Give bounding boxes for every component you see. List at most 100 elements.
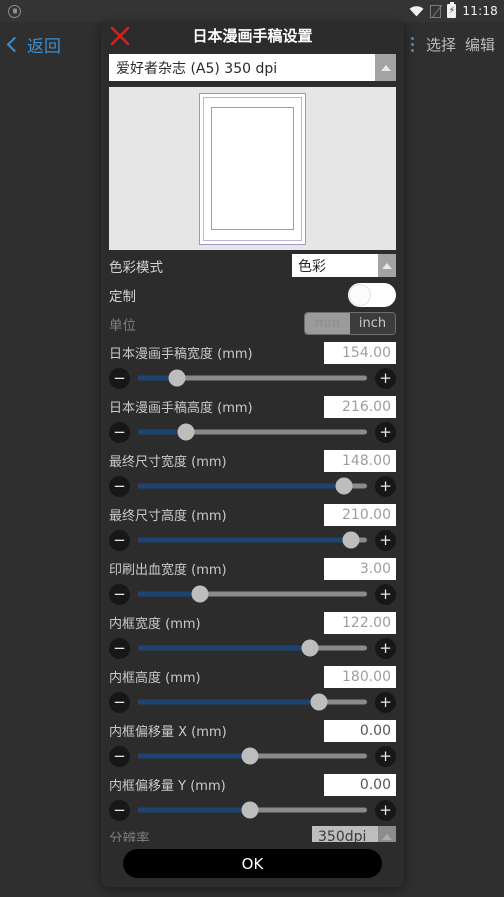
slider-group: 日本漫画手稿高度 (mm) 216.00− + <box>109 394 396 445</box>
slider-fill <box>138 483 345 489</box>
decrement-button[interactable]: − <box>109 637 130 659</box>
slider-track-area[interactable] <box>138 530 367 551</box>
slider-value-row: 日本漫画手稿宽度 (mm) 154.00 <box>109 340 396 365</box>
slider-value-field[interactable]: 216.00 <box>324 395 396 418</box>
preset-dropdown[interactable]: 爱好者杂志 (A5) 350 dpi <box>109 54 396 81</box>
battery-bolt-icon: ⚡ <box>448 5 456 16</box>
slider-track-area[interactable] <box>138 368 367 389</box>
preview-bleed-frame <box>199 92 306 245</box>
decrement-button[interactable]: − <box>109 529 130 551</box>
slider-thumb[interactable] <box>241 747 259 765</box>
slider-thumb[interactable] <box>241 801 259 819</box>
slider-thumb[interactable] <box>168 369 186 387</box>
increment-button[interactable]: + <box>375 421 396 443</box>
slider-thumb[interactable] <box>310 693 328 711</box>
slider-value-field[interactable]: 122.00 <box>324 611 396 634</box>
decrement-button[interactable]: − <box>109 691 130 713</box>
slider-track-area[interactable] <box>138 800 367 821</box>
slider-track-area[interactable] <box>138 584 367 605</box>
back-button[interactable]: 返回 <box>0 32 71 57</box>
slider-label: 印刷出血宽度 (mm) <box>109 563 227 578</box>
slider-fill <box>138 645 310 651</box>
color-mode-row: 色彩模式 色彩 <box>109 252 396 279</box>
slider-value-field[interactable]: 3.00 <box>324 557 396 580</box>
select-button[interactable]: 选择 <box>426 34 456 55</box>
slider-value-row: 内框偏移量 X (mm) 0.00 <box>109 718 396 743</box>
slider-thumb[interactable] <box>342 531 360 549</box>
increment-button[interactable]: + <box>375 691 396 713</box>
unit-segmented-control[interactable]: mm inch <box>304 312 396 335</box>
slider-value-field[interactable]: 0.00 <box>324 773 396 796</box>
increment-button[interactable]: + <box>375 583 396 605</box>
slider-label: 内框宽度 (mm) <box>109 617 201 632</box>
slider-value-field[interactable]: 148.00 <box>324 449 396 472</box>
slider-value-row: 内框宽度 (mm) 122.00 <box>109 610 396 635</box>
slider-track-area[interactable] <box>138 692 367 713</box>
screen-root: 没有艺术作品。 点击右上角的 + 创建新的艺术作品 ⚡ 11:18 返回 我的图… <box>0 0 504 897</box>
slider-thumb[interactable] <box>177 423 195 441</box>
color-mode-value: 色彩 <box>292 254 378 277</box>
wifi-icon <box>409 5 424 16</box>
slider-group: 内框宽度 (mm) 122.00− + <box>109 610 396 661</box>
resolution-value: 350dpi <box>312 825 378 842</box>
increment-button[interactable]: + <box>375 475 396 497</box>
chevron-left-icon <box>6 36 23 53</box>
preset-dropdown-arrow[interactable] <box>375 54 396 81</box>
decrement-button[interactable]: − <box>109 475 130 497</box>
color-mode-dropdown-arrow[interactable] <box>378 254 396 277</box>
slider-row: − + <box>109 365 396 391</box>
slider-row: − + <box>109 635 396 661</box>
slider-thumb[interactable] <box>301 639 319 657</box>
shield-icon <box>8 4 21 18</box>
slider-group: 内框偏移量 X (mm) 0.00 − + <box>109 718 396 769</box>
slider-label: 内框偏移量 X (mm) <box>109 725 227 740</box>
slider-value-field[interactable]: 180.00 <box>324 665 396 688</box>
increment-button[interactable]: + <box>375 367 396 389</box>
slider-row: − + <box>109 419 396 445</box>
increment-button[interactable]: + <box>375 799 396 821</box>
overflow-menu-icon[interactable] <box>408 35 417 54</box>
slider-group: 内框高度 (mm) 180.00− + <box>109 664 396 715</box>
slider-value-field[interactable]: 210.00 <box>324 503 396 526</box>
slider-value-row: 内框偏移量 Y (mm) 0.00 <box>109 772 396 797</box>
slider-track-area[interactable] <box>138 476 367 497</box>
resolution-dropdown[interactable]: 350dpi <box>312 825 396 842</box>
increment-button[interactable]: + <box>375 745 396 767</box>
custom-label: 定制 <box>109 288 136 305</box>
unit-option-mm[interactable]: mm <box>305 313 350 334</box>
color-mode-dropdown[interactable]: 色彩 <box>292 254 396 277</box>
slider-thumb[interactable] <box>191 585 209 603</box>
slider-label: 内框偏移量 Y (mm) <box>109 779 226 794</box>
resolution-dropdown-arrow[interactable] <box>378 825 396 842</box>
caret-up-icon <box>380 64 391 71</box>
slider-track-area[interactable] <box>138 422 367 443</box>
increment-button[interactable]: + <box>375 529 396 551</box>
decrement-button[interactable]: − <box>109 367 130 389</box>
unit-row: 单位 mm inch <box>109 310 396 337</box>
slider-value-row: 最终尺寸宽度 (mm) 148.00 <box>109 448 396 473</box>
preview-trim-frame <box>203 96 302 241</box>
slider-track-area[interactable] <box>138 638 367 659</box>
unit-option-inch[interactable]: inch <box>350 313 395 334</box>
decrement-button[interactable]: − <box>109 421 130 443</box>
slider-value-field[interactable]: 0.00 <box>324 719 396 742</box>
slider-value-field[interactable]: 154.00 <box>324 341 396 364</box>
decrement-button[interactable]: − <box>109 745 130 767</box>
edit-button[interactable]: 编辑 <box>465 34 495 55</box>
page-preview <box>109 87 396 250</box>
dialog-body: 爱好者杂志 (A5) 350 dpi 色彩模式 色彩 定制 单位 mm inch… <box>101 51 404 842</box>
slider-value-row: 印刷出血宽度 (mm) 3.00 <box>109 556 396 581</box>
slider-value-row: 日本漫画手稿高度 (mm) 216.00 <box>109 394 396 419</box>
custom-toggle[interactable] <box>348 282 396 307</box>
decrement-button[interactable]: − <box>109 583 130 605</box>
slider-row: − + <box>109 527 396 553</box>
slider-group: 印刷出血宽度 (mm) 3.00− + <box>109 556 396 607</box>
slider-track-area[interactable] <box>138 746 367 767</box>
increment-button[interactable]: + <box>375 637 396 659</box>
slider-group: 最终尺寸高度 (mm) 210.00− + <box>109 502 396 553</box>
ok-button[interactable]: OK <box>123 849 382 878</box>
slider-value-row: 内框高度 (mm) 180.00 <box>109 664 396 689</box>
slider-row: − + <box>109 581 396 607</box>
slider-thumb[interactable] <box>335 477 353 495</box>
decrement-button[interactable]: − <box>109 799 130 821</box>
